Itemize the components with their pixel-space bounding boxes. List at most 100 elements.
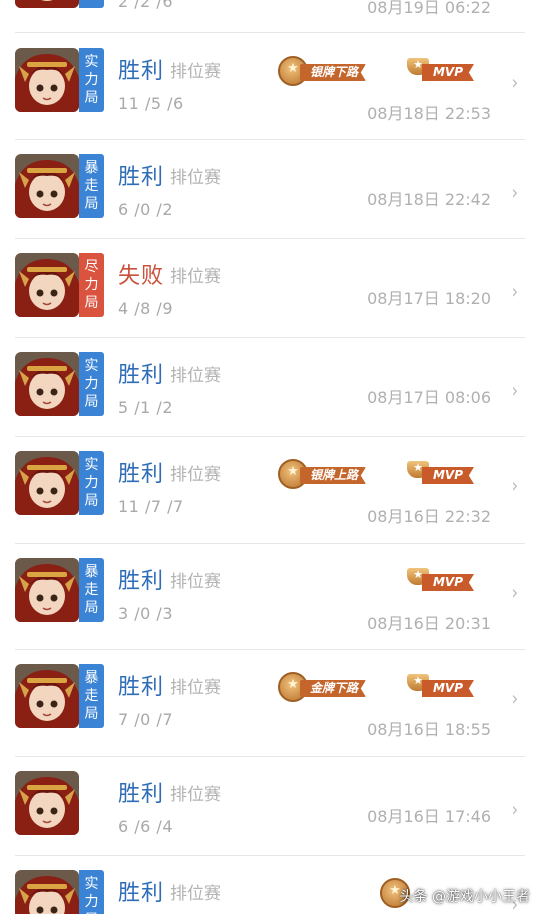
mode-label: 排位赛 — [170, 62, 221, 82]
match-type-tag: 尽力局 — [79, 253, 104, 317]
result-label: 胜利 — [118, 881, 165, 906]
medal-label: 金牌下路 — [300, 680, 367, 697]
match-row[interactable]: 实力局胜利排位赛 11 /5 /6 08月18日 22:53 MVP 银牌下路 › — [0, 33, 540, 139]
mode-label: 排位赛 — [170, 884, 221, 904]
result-label: 胜利 — [118, 165, 165, 190]
tag-char: 局 — [84, 493, 99, 509]
medal-label: 银牌上路 — [300, 467, 367, 484]
hero-avatar — [15, 48, 79, 112]
match-type-tag: 实力局 — [79, 451, 104, 515]
tag-char: 局 — [84, 706, 99, 722]
match-type-tag: 暴走局 — [79, 154, 104, 218]
match-type-tag: 暴走局 — [79, 558, 104, 622]
match-time: 08月19日 06:22 — [367, 0, 491, 17]
mvp-label: MVP — [422, 467, 474, 484]
tag-char: 实 — [84, 54, 99, 70]
tag-char: 局 — [84, 295, 99, 311]
tag-char: 尽 — [84, 259, 99, 275]
result-label: 胜利 — [118, 59, 165, 84]
kda-text: 7 /0 /7 — [118, 710, 173, 729]
result-label: 胜利 — [118, 363, 165, 388]
tag-char: 走 — [84, 688, 99, 704]
match-type-tag: 实力局 — [79, 870, 104, 914]
kda-text: 6 /0 /2 — [118, 200, 173, 219]
tag-char: 实 — [84, 358, 99, 374]
chevron-right-icon: › — [511, 181, 518, 204]
match-time: 08月17日 18:20 — [367, 289, 491, 308]
tag-char: 走 — [84, 582, 99, 598]
mvp-badge: MVP — [404, 56, 476, 86]
hero-avatar — [15, 870, 79, 914]
mode-label: 排位赛 — [170, 366, 221, 386]
mode-label: 排位赛 — [170, 267, 221, 287]
tag-char: 暴 — [84, 670, 99, 686]
mvp-label: MVP — [422, 64, 474, 81]
chevron-right-icon: › — [511, 474, 518, 497]
mvp-badge: MVP — [404, 672, 476, 702]
hero-avatar — [15, 0, 79, 8]
chevron-right-icon: › — [511, 581, 518, 604]
mode-label: 排位赛 — [170, 572, 221, 592]
match-row[interactable]: 暴走局胜利 排位赛 6 /0 /2 08月18日 22:42 › — [0, 139, 540, 238]
match-row[interactable]: 暴走局胜利排位赛7 /0 /708月16日 18:55MVP金牌下路› — [0, 649, 540, 756]
match-time: 08月18日 22:53 — [367, 104, 491, 123]
hero-avatar — [15, 664, 79, 728]
tag-char: 暴 — [84, 564, 99, 580]
kda-text: 6 /6 /4 — [118, 817, 173, 836]
match-type-tag: 实力局 — [79, 48, 104, 112]
match-row[interactable]: 暴走局胜利排位赛3 /0 /308月16日 20:31MVP› — [0, 543, 540, 649]
match-time: 08月16日 22:32 — [367, 507, 491, 526]
kda-text: 5 /1 /2 — [118, 398, 173, 417]
result-label: 胜利 — [118, 569, 165, 594]
tag-char: 力 — [84, 376, 99, 392]
chevron-right-icon: › — [511, 687, 518, 710]
match-time: 08月16日 18:55 — [367, 720, 491, 739]
mode-label: 排位赛 — [170, 465, 221, 485]
kda-text: 11 /7 /7 — [118, 497, 184, 516]
mode-label: 排位赛 — [170, 785, 221, 805]
kda-text: 2 /2 /6 — [118, 0, 173, 11]
hero-avatar — [15, 771, 79, 835]
tag-char: 局 — [84, 196, 99, 212]
lane-medal-badge: 银牌上路 — [278, 459, 374, 489]
match-time: 08月16日 17:46 — [367, 807, 491, 826]
match-tag — [79, 0, 104, 8]
kda-text: 4 /8 /9 — [118, 299, 173, 318]
mode-label: 排位赛 — [170, 168, 221, 188]
hero-avatar — [15, 558, 79, 622]
lane-medal-badge: 银牌下路 — [278, 56, 374, 86]
tag-char: 走 — [84, 178, 99, 194]
match-row[interactable]: 胜利 排位赛 6 /6 /4 08月16日 17:46 › — [0, 756, 540, 855]
chevron-right-icon: › — [511, 71, 518, 94]
tag-char: 局 — [84, 394, 99, 410]
medal-label: 银牌下路 — [300, 64, 367, 81]
tag-char: 实 — [84, 457, 99, 473]
match-type-tag: 暴走局 — [79, 664, 104, 728]
match-type-tag: 实力局 — [79, 352, 104, 416]
kda-text: 3 /0 /3 — [118, 604, 173, 623]
lane-medal-badge: 金牌下路 — [278, 672, 374, 702]
mvp-badge: MVP — [404, 459, 476, 489]
chevron-right-icon: › — [511, 798, 518, 821]
result-label: 失败 — [118, 264, 165, 289]
hero-avatar — [15, 154, 79, 218]
match-row[interactable]: 实力局胜利排位赛 11 /7 /7 08月16日 22:32 MVP 银牌上路 › — [0, 436, 540, 543]
tag-char: 实 — [84, 876, 99, 892]
tag-char: 力 — [84, 277, 99, 293]
match-row[interactable]: 实力局胜利 排位赛 5 /1 /2 08月17日 08:06 › — [0, 337, 540, 436]
match-row[interactable]: 尽力局失败 排位赛 4 /8 /9 08月17日 18:20 › — [0, 238, 540, 337]
mvp-label: MVP — [422, 574, 474, 591]
tag-char: 暴 — [84, 160, 99, 176]
kda-text: 11 /5 /6 — [118, 94, 184, 113]
hero-avatar — [15, 253, 79, 317]
watermark: 头条 @游戏小小王者 — [399, 889, 530, 905]
tag-char: 力 — [84, 894, 99, 910]
match-time: 08月16日 20:31 — [367, 614, 491, 633]
list-item[interactable]: 2 /2 /6 08月19日 06:22 — [0, 0, 540, 32]
result-label: 胜利 — [118, 782, 165, 807]
tag-char: 力 — [84, 72, 99, 88]
hero-avatar — [15, 451, 79, 515]
result-label: 胜利 — [118, 462, 165, 487]
tag-char: 局 — [84, 600, 99, 616]
chevron-right-icon: › — [511, 280, 518, 303]
